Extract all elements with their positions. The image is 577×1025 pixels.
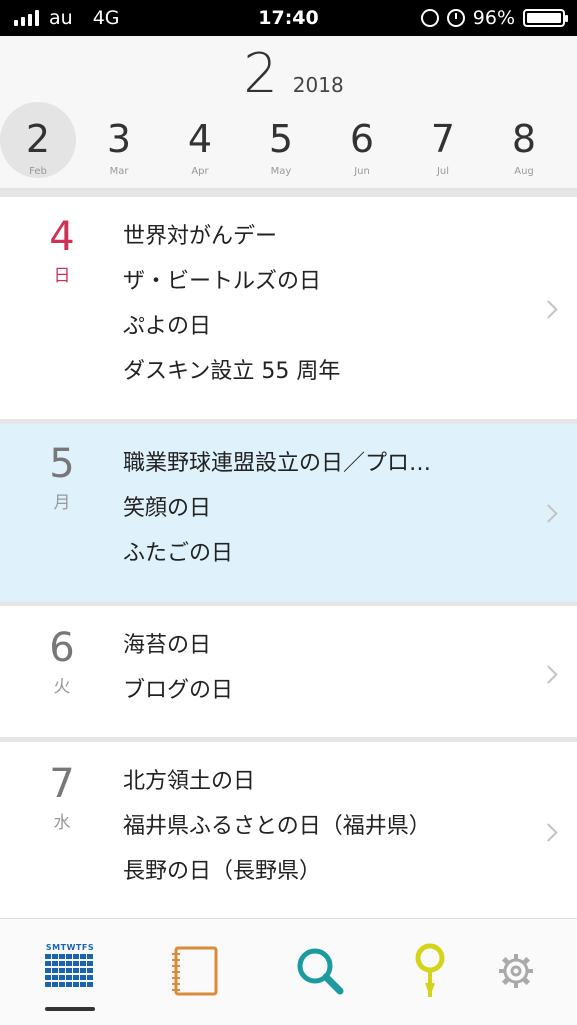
tab-map[interactable] bbox=[390, 939, 470, 1009]
day-date: 6 火 bbox=[30, 626, 94, 697]
event-item: 笑顔の日 bbox=[123, 496, 212, 521]
month-abbr: Feb bbox=[29, 166, 47, 177]
month-number: 2 bbox=[25, 117, 51, 161]
event-item: ザ・ビートルズの日 bbox=[123, 269, 322, 294]
current-month-title: 2 2018 bbox=[0, 42, 577, 105]
chevron-right-icon bbox=[539, 665, 558, 684]
month-number: 4 bbox=[187, 117, 213, 161]
battery-percent: 96% bbox=[472, 7, 515, 29]
chevron-right-icon bbox=[539, 504, 558, 523]
map-pin-icon bbox=[415, 943, 445, 997]
month-number: 3 bbox=[106, 117, 132, 161]
month-number: 6 bbox=[349, 117, 375, 161]
day-date: 7 水 bbox=[30, 762, 94, 833]
month-abbr: Apr bbox=[191, 166, 209, 177]
day-row-5[interactable]: 5 月 職業野球連盟設立の日／プロ… 笑顔の日 ふたごの日 bbox=[0, 424, 577, 602]
calendar-icon bbox=[45, 954, 93, 987]
chevron-right-icon bbox=[539, 823, 558, 842]
tab-search[interactable] bbox=[280, 939, 360, 1009]
day-number: 7 bbox=[49, 761, 75, 807]
event-item: 世界対がんデー bbox=[123, 224, 278, 249]
event-item: 北方領土の日 bbox=[123, 769, 256, 794]
rotation-lock-icon bbox=[420, 9, 439, 27]
month-item-jul[interactable]: 7 Jul bbox=[403, 98, 483, 177]
day-number: 4 bbox=[49, 214, 75, 260]
day-row-7[interactable]: 7 水 北方領土の日 福井県ふるさとの日（福井県） 長野の日（長野県） bbox=[0, 742, 577, 918]
day-weekday: 水 bbox=[53, 813, 71, 833]
event-item: ぷよの日 bbox=[123, 314, 212, 339]
search-icon bbox=[297, 948, 344, 995]
month-number: 5 bbox=[268, 117, 294, 161]
tab-bar: SMTWTFS bbox=[0, 918, 577, 1025]
chevron-right-icon bbox=[539, 300, 558, 319]
current-year: 2018 bbox=[292, 73, 344, 97]
month-selector: 2 Feb 3 Mar 4 Apr 5 May 6 Jun 7 Jul 8 Au… bbox=[0, 98, 577, 182]
day-row-6[interactable]: 6 火 海苔の日 ブログの日 bbox=[0, 606, 577, 737]
tab-calendar[interactable]: SMTWTFS bbox=[30, 939, 110, 1011]
event-item: 職業野球連盟設立の日／プロ… bbox=[123, 451, 432, 476]
calendar-weekday-letters: SMTWTFS bbox=[45, 943, 95, 952]
tab-notebook[interactable] bbox=[154, 939, 234, 1009]
day-number: 6 bbox=[49, 625, 75, 671]
month-item-aug[interactable]: 8 Aug bbox=[484, 98, 564, 177]
day-weekday: 日 bbox=[53, 266, 71, 286]
status-bar: au 4G 17:40 96% bbox=[0, 0, 577, 36]
day-weekday: 火 bbox=[53, 677, 71, 697]
event-list: 職業野球連盟設立の日／プロ… 笑顔の日 ふたごの日 bbox=[123, 441, 517, 576]
alarm-icon bbox=[446, 9, 465, 27]
battery-icon bbox=[523, 9, 568, 27]
day-weekday: 月 bbox=[53, 493, 71, 513]
day-number: 5 bbox=[49, 441, 75, 487]
event-item: ダスキン設立 55 周年 bbox=[123, 359, 341, 384]
month-abbr: Aug bbox=[514, 166, 534, 177]
month-header: 2 2018 2 Feb 3 Mar 4 Apr 5 May 6 Jun 7 J… bbox=[0, 36, 577, 191]
event-item: 長野の日（長野県） bbox=[123, 859, 322, 884]
month-number: 7 bbox=[430, 117, 456, 161]
month-item-feb[interactable]: 2 Feb bbox=[0, 98, 78, 178]
event-list: 北方領土の日 福井県ふるさとの日（福井県） 長野の日（長野県） bbox=[123, 759, 517, 894]
day-row-4[interactable]: 4 日 世界対がんデー ザ・ビートルズの日 ぷよの日 ダスキン設立 55 周年 bbox=[0, 197, 577, 419]
month-abbr: Jul bbox=[436, 166, 450, 177]
month-item-may[interactable]: 5 May bbox=[241, 98, 321, 177]
event-item: 福井県ふるさとの日（福井県） bbox=[123, 814, 431, 839]
gear-icon bbox=[499, 954, 533, 988]
event-list: 世界対がんデー ザ・ビートルズの日 ぷよの日 ダスキン設立 55 周年 bbox=[123, 214, 517, 394]
tab-settings[interactable] bbox=[476, 939, 556, 1009]
day-date: 5 月 bbox=[30, 442, 94, 513]
day-date: 4 日 bbox=[30, 215, 94, 286]
month-abbr: Jun bbox=[354, 166, 370, 177]
event-item: ふたごの日 bbox=[123, 541, 234, 566]
event-item: 海苔の日 bbox=[123, 633, 212, 658]
month-abbr: May bbox=[270, 166, 292, 177]
month-abbr: Mar bbox=[109, 166, 129, 177]
notebook-icon bbox=[172, 946, 218, 996]
month-number: 8 bbox=[511, 117, 537, 161]
month-item-jun[interactable]: 6 Jun bbox=[322, 98, 402, 177]
current-month: 2 bbox=[243, 42, 278, 105]
month-item-mar[interactable]: 3 Mar bbox=[79, 98, 159, 177]
month-item-apr[interactable]: 4 Apr bbox=[160, 98, 240, 177]
event-item: ブログの日 bbox=[123, 678, 234, 703]
event-list: 海苔の日 ブログの日 bbox=[123, 623, 517, 713]
